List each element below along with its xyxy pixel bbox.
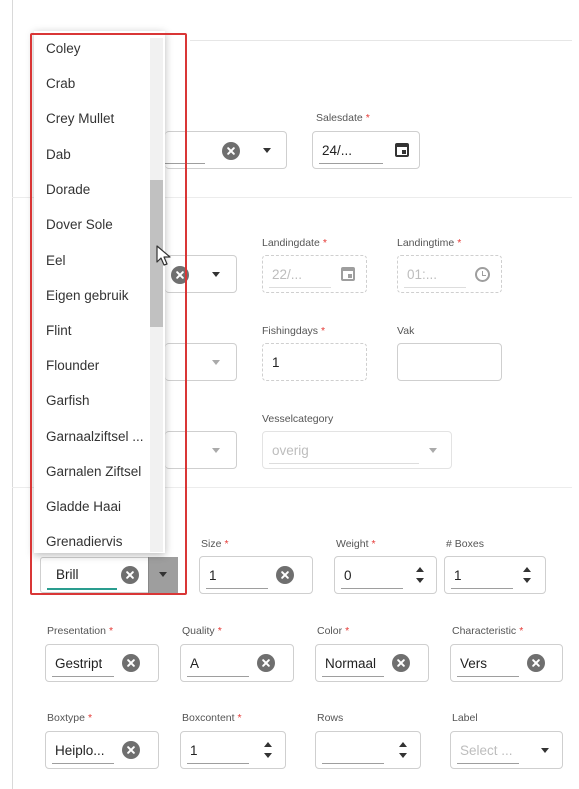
rows-field[interactable] <box>315 731 421 769</box>
clear-icon[interactable] <box>392 654 410 672</box>
boxtype-label: Boxtype * <box>47 712 93 724</box>
label-label: Label <box>452 712 478 724</box>
dropdown-option[interactable]: Dorade <box>34 172 149 207</box>
clear-icon[interactable] <box>527 654 545 672</box>
clear-icon[interactable] <box>122 741 140 759</box>
boxes-field[interactable]: 1 <box>444 556 546 594</box>
dropdown-option[interactable]: Flounder <box>34 348 149 383</box>
dropdown-option[interactable]: Grenadiervis <box>34 524 149 553</box>
size-label: Size * <box>201 538 229 550</box>
characteristic-label: Characteristic * <box>452 625 524 637</box>
dropdown-option[interactable]: Coley <box>34 31 149 66</box>
label-select[interactable]: Select ... <box>450 731 563 769</box>
clear-icon[interactable] <box>122 654 140 672</box>
boxcontent-field[interactable]: 1 <box>180 731 286 769</box>
color-field[interactable]: Normaal <box>315 644 429 682</box>
chevron-down-icon[interactable] <box>212 448 220 453</box>
color-label: Color * <box>317 625 350 637</box>
weight-label: Weight * <box>336 538 376 550</box>
boxcontent-spinner[interactable] <box>263 740 273 760</box>
quality-field[interactable]: A <box>180 644 294 682</box>
weight-field[interactable]: 0 <box>334 556 437 594</box>
size-field[interactable]: 1 <box>199 556 313 594</box>
dropdown-option[interactable]: Garfish <box>34 383 149 418</box>
fishingdays-field[interactable]: 1 <box>262 343 367 381</box>
vesselcategory-label: Vesselcategory <box>262 413 334 425</box>
dropdown-option[interactable]: Dover Sole <box>34 207 149 242</box>
clock-icon[interactable] <box>475 267 490 282</box>
rows-label: Rows <box>317 712 344 724</box>
header-select[interactable] <box>165 131 287 169</box>
dropdown-option[interactable]: Dab <box>34 137 149 172</box>
dropdown-option[interactable]: Gladde Haai <box>34 489 149 524</box>
rows-spinner[interactable] <box>398 740 408 760</box>
boxes-label: # Boxes <box>446 538 484 550</box>
salesdate-label: Salesdate * <box>316 112 370 124</box>
mouse-cursor-icon <box>156 245 171 266</box>
vesselcategory-field[interactable]: overig <box>262 431 452 469</box>
clear-icon[interactable] <box>121 566 139 584</box>
dropdown-option[interactable]: Eel <box>34 243 149 278</box>
chevron-down-icon[interactable] <box>212 272 220 277</box>
species-focus-underline <box>47 588 117 590</box>
clear-icon[interactable] <box>257 654 275 672</box>
dropdown-option[interactable]: Crab <box>34 66 149 101</box>
chevron-down-icon[interactable] <box>212 360 220 365</box>
chevron-down-icon[interactable] <box>159 572 167 577</box>
calendar-icon[interactable] <box>341 267 355 281</box>
dropdown-option[interactable]: Eigen gebruik <box>34 278 149 313</box>
vak-field[interactable] <box>397 343 502 381</box>
calendar-icon[interactable] <box>395 143 409 157</box>
presentation-field[interactable]: Gestript <box>45 644 159 682</box>
species-dropdown-list[interactable]: Coley Crab Crey Mullet Dab Dorade Dover Sole E… <box>34 31 165 553</box>
clear-icon[interactable] <box>276 566 294 584</box>
chevron-down-icon[interactable] <box>429 448 437 453</box>
landingtime-field[interactable]: 01:... <box>397 255 502 293</box>
dropdown-option[interactable]: Garnaalziftsel ... <box>34 419 149 454</box>
fishingdays-label: Fishingdays * <box>262 325 326 337</box>
fishing-select[interactable] <box>165 343 237 381</box>
landingdate-field[interactable]: 22/... <box>262 255 367 293</box>
clear-icon[interactable] <box>171 266 189 284</box>
presentation-label: Presentation * <box>47 625 114 637</box>
dropdown-option[interactable]: Crey Mullet <box>34 101 149 136</box>
characteristic-field[interactable]: Vers <box>450 644 563 682</box>
page-top-border <box>190 40 572 41</box>
quality-label: Quality * <box>182 625 222 637</box>
page-left-border <box>12 0 13 789</box>
chevron-down-icon[interactable] <box>541 748 549 753</box>
boxes-spinner[interactable] <box>522 565 532 585</box>
vak-label: Vak <box>397 325 415 337</box>
boxcontent-label: Boxcontent * <box>182 712 242 724</box>
vessel-select[interactable] <box>165 431 237 469</box>
landingtime-label: Landingtime * <box>397 237 462 249</box>
boxtype-field[interactable]: Heiplo... <box>45 731 159 769</box>
dropdown-option[interactable]: Garnalen Ziftsel <box>34 454 149 489</box>
dropdown-option[interactable]: Flint <box>34 313 149 348</box>
landing-select[interactable] <box>165 255 237 293</box>
landingdate-label: Landingdate * <box>262 237 327 249</box>
weight-spinner[interactable] <box>415 565 425 585</box>
salesdate-field[interactable]: 24/... <box>312 131 420 169</box>
chevron-down-icon[interactable] <box>263 148 271 153</box>
species-dropdown-toggle[interactable] <box>148 557 178 593</box>
clear-icon[interactable] <box>222 142 240 160</box>
